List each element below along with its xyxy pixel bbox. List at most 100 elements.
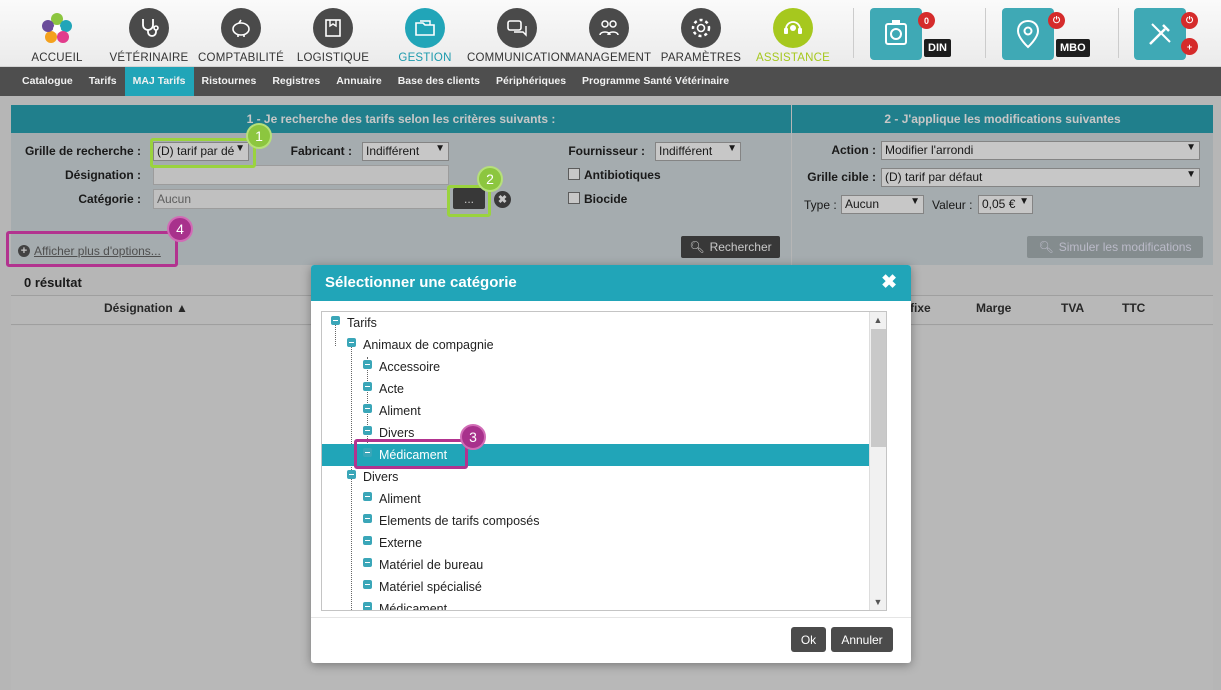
- step-badge-3: 3: [460, 424, 486, 450]
- user-tile-din[interactable]: [870, 8, 922, 60]
- tree-label: Externe: [379, 536, 423, 550]
- expand-icon: [363, 426, 372, 435]
- step-badge-2: 2: [477, 166, 503, 192]
- expand-icon: [363, 602, 372, 610]
- tree-item-accessoire[interactable]: Accessoire: [322, 356, 870, 378]
- dialog-footer: Ok Annuler: [311, 617, 911, 663]
- subnav-ristournes[interactable]: Ristournes: [194, 67, 265, 96]
- nav-label: COMPTABILITÉ: [198, 52, 284, 64]
- power-icon[interactable]: ⏻: [1181, 12, 1198, 29]
- highlight-box-3: [354, 439, 468, 469]
- user-tag-mbo: MBO: [1056, 39, 1090, 57]
- expand-icon: [363, 580, 372, 589]
- gear-icon: [681, 8, 721, 48]
- tree-item-divers-group[interactable]: Divers: [322, 466, 870, 488]
- step-badge-4: 4: [167, 216, 193, 242]
- nav-assistance[interactable]: ASSISTANCE: [743, 8, 843, 64]
- tree-item-animaux-de-compagnie[interactable]: Animaux de compagnie: [322, 334, 870, 356]
- scroll-up-icon[interactable]: ▲: [870, 312, 886, 328]
- support-icon: [773, 8, 813, 48]
- nav-label: COMMUNICATION: [467, 52, 569, 64]
- tree-item-aliment-2[interactable]: Aliment: [322, 488, 870, 510]
- tree-item-acte[interactable]: Acte: [322, 378, 870, 400]
- expand-icon: [363, 404, 372, 413]
- ok-button[interactable]: Ok: [791, 627, 826, 652]
- tree-label: Elements de tarifs composés: [379, 514, 540, 528]
- subnav-annuaire[interactable]: Annuaire: [328, 67, 390, 96]
- nav-communication[interactable]: COMMUNICATION: [467, 8, 569, 64]
- subnav-peripheriques[interactable]: Périphériques: [488, 67, 574, 96]
- user-tile-mbo[interactable]: [1002, 8, 1054, 60]
- team-icon: [589, 8, 629, 48]
- chat-icon: [497, 8, 537, 48]
- nav-veterinaire[interactable]: VÉTÉRINAIRE: [99, 8, 199, 64]
- tree-scrollbar[interactable]: ▲ ▼: [869, 312, 886, 610]
- tree-item-materiel-specialise[interactable]: Matériel spécialisé: [322, 576, 870, 598]
- step-badge-1: 1: [246, 123, 272, 149]
- expand-icon: [363, 382, 372, 391]
- nav-label: VÉTÉRINAIRE: [109, 52, 189, 64]
- tools-icon: [1149, 23, 1171, 45]
- tree-label: Accessoire: [379, 360, 441, 374]
- tree-item-externe[interactable]: Externe: [322, 532, 870, 554]
- tree-item-medicament-2[interactable]: Médicament: [322, 598, 870, 610]
- nav-comptabilite[interactable]: COMPTABILITÉ: [191, 8, 291, 64]
- nav-gestion[interactable]: GESTION: [375, 8, 475, 64]
- collapse-icon: [347, 338, 356, 347]
- nav-label: LOGISTIQUE: [296, 52, 370, 64]
- flower-logo-icon: [37, 8, 77, 48]
- collapse-icon: [331, 316, 340, 325]
- subnav-registres[interactable]: Registres: [264, 67, 328, 96]
- tree-item-aliment[interactable]: Aliment: [322, 400, 870, 422]
- nav-label: PARAMÈTRES: [660, 52, 742, 64]
- cancel-button[interactable]: Annuler: [831, 627, 893, 652]
- box-icon: [313, 8, 353, 48]
- tree-label: Aliment: [379, 492, 421, 506]
- tree-item-materiel-bureau[interactable]: Matériel de bureau: [322, 554, 870, 576]
- piggy-bank-icon: [221, 8, 261, 48]
- subnav-catalogue[interactable]: Catalogue: [14, 67, 81, 96]
- tree-label: Matériel spécialisé: [379, 580, 482, 594]
- notification-badge: 0: [918, 12, 935, 29]
- expand-icon: [363, 492, 372, 501]
- tools-tile[interactable]: [1134, 8, 1186, 60]
- tree-item-tarifs[interactable]: Tarifs: [322, 312, 870, 334]
- subnav-tarifs[interactable]: Tarifs: [81, 67, 125, 96]
- power-icon[interactable]: ⏻: [1048, 12, 1065, 29]
- folder-icon: [405, 8, 445, 48]
- tree-label: Acte: [379, 382, 405, 396]
- expand-icon: [363, 514, 372, 523]
- nav-label: GESTION: [398, 52, 452, 64]
- tree-label: Divers: [363, 470, 399, 484]
- expand-icon: [363, 558, 372, 567]
- expand-icon: [363, 360, 372, 369]
- highlight-box-1: [150, 138, 256, 168]
- subnav-programme-sante[interactable]: Programme Santé Vétérinaire: [574, 67, 737, 96]
- nav-management[interactable]: MANAGEMENT: [559, 8, 659, 64]
- plus-icon[interactable]: +: [1181, 38, 1198, 55]
- tree-label: Aliment: [379, 404, 421, 418]
- stethoscope-icon: [129, 8, 169, 48]
- divider: [1118, 8, 1119, 58]
- dialog-title: Sélectionner une catégorie: [325, 274, 517, 291]
- nav-label: ASSISTANCE: [756, 52, 830, 64]
- subnav-maj-tarifs[interactable]: MAJ Tarifs: [124, 67, 194, 96]
- device-icon: [885, 20, 907, 45]
- tree-label: Matériel de bureau: [379, 558, 484, 572]
- dialog-header: Sélectionner une catégorie ✖: [311, 265, 911, 301]
- divider: [985, 8, 986, 58]
- location-pin-icon: [1016, 19, 1040, 49]
- collapse-icon: [347, 470, 356, 479]
- nav-logistique[interactable]: LOGISTIQUE: [283, 8, 383, 64]
- tree-item-elements-composes[interactable]: Elements de tarifs composés: [322, 510, 870, 532]
- top-navigation-bar: ACCUEIL VÉTÉRINAIRE COMPTABILITÉ LOGISTI…: [0, 0, 1221, 67]
- divider: [853, 8, 854, 58]
- scroll-down-icon[interactable]: ▼: [870, 594, 886, 610]
- nav-label: MANAGEMENT: [566, 52, 652, 64]
- close-icon[interactable]: ✖: [881, 265, 897, 301]
- nav-accueil[interactable]: ACCUEIL: [7, 8, 107, 64]
- nav-parametres[interactable]: PARAMÈTRES: [651, 8, 751, 64]
- scrollbar-thumb[interactable]: [871, 329, 886, 447]
- highlight-box-4: [6, 231, 178, 267]
- subnav-base-clients[interactable]: Base des clients: [390, 67, 488, 96]
